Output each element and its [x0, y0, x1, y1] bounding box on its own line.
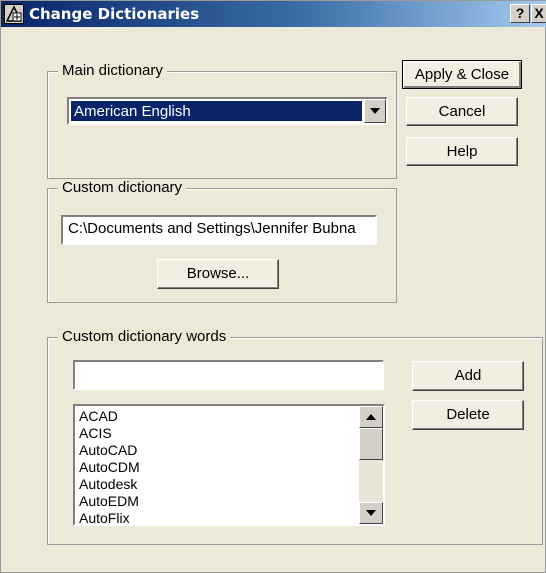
- add-label: Add: [454, 367, 482, 384]
- dictionary-app-icon: [4, 4, 24, 24]
- list-scrollbar[interactable]: [359, 406, 383, 524]
- list-item[interactable]: Autodesk: [79, 476, 353, 493]
- main-dictionary-group: Main dictionary: [47, 62, 397, 179]
- list-item[interactable]: ACIS: [79, 425, 353, 442]
- main-dictionary-value: American English: [71, 101, 362, 121]
- apply-close-button[interactable]: Apply & Close: [402, 60, 522, 89]
- help-label: Help: [446, 143, 478, 160]
- window-title: Change Dictionaries: [29, 5, 200, 23]
- scroll-up-button[interactable]: [359, 406, 383, 428]
- main-dictionary-label: Main dictionary: [58, 62, 167, 79]
- help-button[interactable]: Help: [406, 137, 518, 166]
- triangle-down-icon: [366, 510, 376, 516]
- list-item[interactable]: AutoCAD: [79, 442, 353, 459]
- triangle-up-icon: [366, 414, 376, 420]
- browse-label: Browse...: [186, 265, 250, 282]
- custom-words-list: ACAD ACIS AutoCAD AutoCDM Autodesk AutoE…: [79, 408, 353, 524]
- list-item[interactable]: ACAD: [79, 408, 353, 425]
- triangle-down-icon: [370, 108, 380, 114]
- add-button[interactable]: Add: [412, 361, 524, 391]
- browse-button[interactable]: Browse...: [157, 259, 279, 289]
- list-item[interactable]: AutoCDM: [79, 459, 353, 476]
- help-question-button[interactable]: ?: [510, 4, 530, 23]
- change-dictionaries-dialog: Change Dictionaries ? X Main dictionary …: [0, 0, 546, 573]
- custom-word-input[interactable]: [73, 360, 384, 390]
- main-dictionary-select[interactable]: American English: [67, 97, 388, 125]
- apply-close-label: Apply & Close: [414, 66, 510, 83]
- title-bar[interactable]: Change Dictionaries ? X: [1, 1, 546, 27]
- close-button[interactable]: X: [531, 4, 546, 23]
- custom-words-listbox[interactable]: ACAD ACIS AutoCAD AutoCDM Autodesk AutoE…: [73, 404, 385, 526]
- delete-label: Delete: [446, 406, 490, 423]
- scroll-down-button[interactable]: [359, 502, 383, 524]
- list-item[interactable]: AutoEDM: [79, 493, 353, 510]
- custom-words-label: Custom dictionary words: [58, 328, 231, 345]
- cancel-label: Cancel: [438, 103, 486, 120]
- cancel-button[interactable]: Cancel: [406, 97, 518, 126]
- custom-dictionary-label: Custom dictionary: [58, 179, 187, 196]
- list-item[interactable]: AutoFlix: [79, 510, 353, 524]
- custom-dictionary-path-field[interactable]: C:\Documents and Settings\Jennifer Bubna: [61, 215, 377, 245]
- delete-button[interactable]: Delete: [412, 400, 524, 430]
- scroll-thumb[interactable]: [359, 428, 383, 460]
- dropdown-arrow-button[interactable]: [364, 99, 386, 123]
